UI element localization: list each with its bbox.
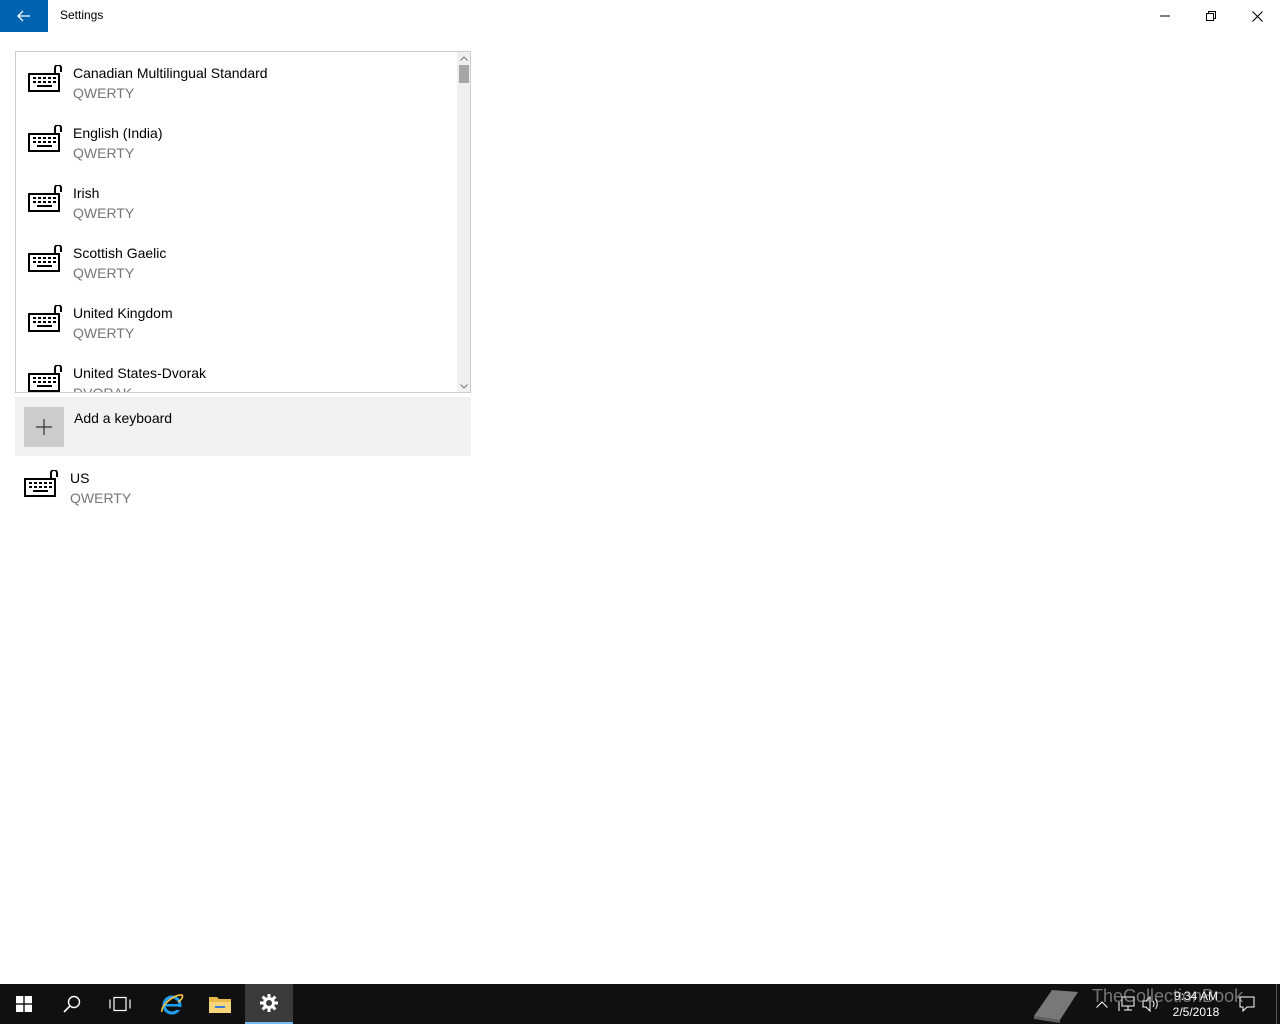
keyboard-name: Irish <box>73 185 100 201</box>
keyboard-list-item[interactable]: Scottish Gaelic QWERTY <box>16 232 456 292</box>
clock-date: 2/5/2018 <box>1172 1005 1220 1019</box>
installed-keyboard-item[interactable]: US QWERTY <box>15 460 471 520</box>
start-button[interactable] <box>0 984 48 1024</box>
volume-icon <box>1142 996 1158 1012</box>
chevron-down-icon <box>460 383 468 389</box>
keyboard-list-item[interactable]: Irish QWERTY <box>16 172 456 232</box>
keyboard-icon <box>28 125 62 152</box>
keyboard-list-item[interactable]: Canadian Multilingual Standard QWERTY <box>16 52 456 112</box>
scroll-up-arrow[interactable] <box>457 52 470 64</box>
back-arrow-icon <box>17 10 30 22</box>
volume-button[interactable] <box>1140 984 1162 1024</box>
keyboard-icon <box>28 245 62 272</box>
scroll-down-arrow[interactable] <box>457 380 470 392</box>
keyboard-name: United Kingdom <box>73 305 173 321</box>
internet-explorer-icon <box>161 994 184 1015</box>
add-keyboard-label: Add a keyboard <box>74 410 173 426</box>
search-icon <box>63 995 81 1013</box>
back-button[interactable] <box>0 0 48 32</box>
action-center-button[interactable] <box>1232 984 1262 1024</box>
keyboard-icon <box>28 305 62 332</box>
clock[interactable]: 9:34 AM 2/5/2018 <box>1166 988 1226 1020</box>
keyboard-name: US <box>70 470 90 486</box>
title-bar: Settings <box>0 0 1280 32</box>
close-button[interactable] <box>1234 0 1280 32</box>
show-desktop-button[interactable] <box>1276 984 1280 1024</box>
file-explorer-button[interactable] <box>196 984 244 1024</box>
keyboard-layout: QWERTY <box>73 205 135 221</box>
windows-logo-icon <box>16 996 32 1012</box>
keyboard-name: English (India) <box>73 125 163 141</box>
window-title: Settings <box>60 8 104 22</box>
restore-button[interactable] <box>1188 0 1234 32</box>
taskbar: 9:34 AM 2/5/2018 <box>0 984 1280 1024</box>
settings-taskbar-button[interactable] <box>245 984 293 1024</box>
keyboard-icon <box>28 365 62 392</box>
show-hidden-icons-button[interactable] <box>1092 984 1112 1024</box>
add-keyboard-button[interactable]: Add a keyboard <box>15 397 471 456</box>
network-button[interactable] <box>1116 984 1138 1024</box>
search-button[interactable] <box>48 984 96 1024</box>
keyboard-name: United States-Dvorak <box>73 365 207 381</box>
chevron-up-icon <box>460 55 468 61</box>
chevron-up-icon <box>1096 1000 1108 1008</box>
task-view-button[interactable] <box>96 984 144 1024</box>
keyboard-name: Scottish Gaelic <box>73 245 167 261</box>
keyboard-icon <box>28 65 62 92</box>
task-view-icon <box>109 996 131 1012</box>
notification-icon <box>1239 996 1255 1012</box>
keyboard-layout: QWERTY <box>70 490 132 506</box>
close-icon <box>1251 10 1263 22</box>
keyboard-icon <box>28 185 62 212</box>
keyboard-list-item[interactable]: United States-Dvorak DVORAK <box>16 352 456 392</box>
restore-icon <box>1206 11 1216 21</box>
scroll-thumb[interactable] <box>459 65 469 83</box>
keyboard-list-popup: Canadian Multilingual Standard QWERTY Engl… <box>15 51 471 393</box>
gear-icon <box>260 994 278 1012</box>
minimize-button[interactable] <box>1142 0 1188 32</box>
network-icon <box>1118 996 1135 1011</box>
scrollbar[interactable] <box>457 52 470 392</box>
internet-explorer-button[interactable] <box>148 984 196 1024</box>
keyboard-list-item[interactable]: United Kingdom QWERTY <box>16 292 456 352</box>
plus-icon-box <box>24 407 64 447</box>
keyboard-layout: QWERTY <box>73 85 135 101</box>
folder-icon <box>209 997 231 1013</box>
keyboard-layout: DVORAK <box>73 385 132 392</box>
keyboard-name: Canadian Multilingual Standard <box>73 65 268 81</box>
keyboard-layout: QWERTY <box>73 265 135 281</box>
clock-time: 9:34 AM <box>1173 989 1219 1003</box>
keyboard-layout: QWERTY <box>73 325 135 341</box>
keyboard-list-item[interactable]: English (India) QWERTY <box>16 112 456 172</box>
minimize-icon <box>1160 15 1170 17</box>
keyboard-layout: QWERTY <box>73 145 135 161</box>
keyboard-list: Canadian Multilingual Standard QWERTY Engl… <box>16 52 456 392</box>
plus-icon <box>36 419 52 435</box>
keyboard-icon <box>24 470 58 497</box>
